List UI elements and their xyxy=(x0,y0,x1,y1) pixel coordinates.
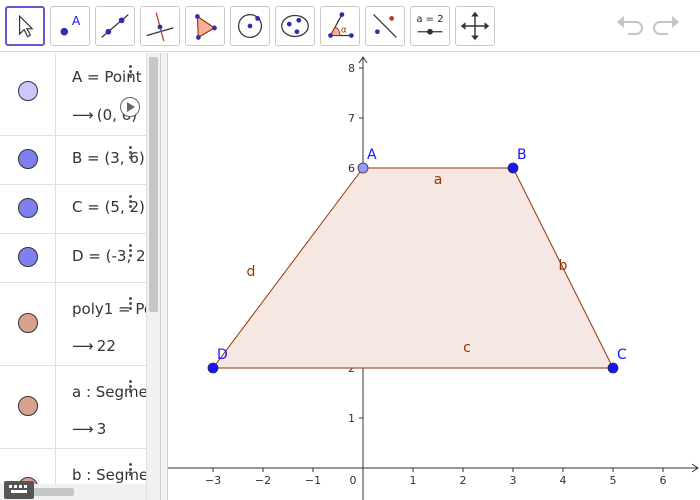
scrollbar-thumb[interactable] xyxy=(149,57,158,312)
x-tick-label: 0 xyxy=(350,474,357,487)
move-tool-icon xyxy=(19,14,34,38)
algebra-output: ⟶ 3 xyxy=(72,420,107,438)
line-tool-icon xyxy=(101,14,129,38)
keyboard-toggle-button[interactable] xyxy=(4,481,34,499)
algebra-row-c[interactable]: C = (5, 2) xyxy=(0,185,146,234)
point-label-A: A xyxy=(367,147,377,163)
svg-text:α: α xyxy=(341,26,347,36)
move-graphics-view-tool-icon xyxy=(460,11,490,41)
toolbar: A α a = 2 xyxy=(0,0,700,52)
y-tick-label: 8 xyxy=(348,62,355,75)
point-C xyxy=(607,362,619,374)
algebra-definition[interactable]: C = (5, 2) xyxy=(72,198,145,216)
visibility-marble[interactable] xyxy=(18,313,38,333)
item-menu-icon[interactable] xyxy=(127,193,133,215)
item-menu-icon[interactable] xyxy=(127,295,133,317)
play-animation-button[interactable] xyxy=(120,97,140,117)
x-tick-label: 1 xyxy=(410,474,417,487)
segment-label-a: a xyxy=(434,172,443,188)
reflect-tool-icon xyxy=(373,14,397,38)
polygon-tool[interactable] xyxy=(185,6,225,46)
algebra-row-d[interactable]: D = (-3, 2) xyxy=(0,234,146,283)
algebra-definition[interactable]: b : Segment xyxy=(72,466,146,484)
item-menu-icon[interactable] xyxy=(127,63,133,85)
algebra-vertical-scrollbar[interactable] xyxy=(146,53,160,500)
item-menu-icon[interactable] xyxy=(127,461,133,483)
visibility-marble[interactable] xyxy=(18,198,38,218)
angle-tool-icon: α xyxy=(328,12,354,38)
algebra-row-a-point[interactable]: A = Point ⟶ (0, 6) xyxy=(0,53,146,136)
x-tick-label: 4 xyxy=(560,474,567,487)
y-tick-label: 1 xyxy=(348,412,355,425)
segment-label-c: c xyxy=(463,340,471,356)
point-label-B: B xyxy=(517,147,527,163)
redo-button[interactable] xyxy=(652,12,682,40)
y-tick-label: 6 xyxy=(348,162,355,175)
point-tool[interactable]: A xyxy=(50,6,90,46)
circle-tool[interactable] xyxy=(230,6,270,46)
reflect-tool[interactable] xyxy=(365,6,405,46)
x-tick-label: 2 xyxy=(460,474,467,487)
point-tool-icon: A xyxy=(60,14,81,36)
segment-label-d: d xyxy=(247,264,256,280)
visibility-marble[interactable] xyxy=(18,149,38,169)
algebra-definition[interactable]: D = (-3, 2) xyxy=(72,247,146,265)
point-label-D: D xyxy=(217,347,228,363)
output-arrow: ⟶ xyxy=(72,337,94,355)
move-graphics-view-tool[interactable] xyxy=(455,6,495,46)
ellipse-tool-icon xyxy=(281,14,309,38)
undo-button[interactable] xyxy=(614,12,644,40)
item-menu-icon[interactable] xyxy=(127,378,133,400)
slider-tool[interactable]: a = 2 xyxy=(410,6,450,46)
item-menu-icon[interactable] xyxy=(127,144,133,166)
ellipse-tool[interactable] xyxy=(275,6,315,46)
algebra-definition[interactable]: B = (3, 6) xyxy=(72,149,145,167)
point-label-C: C xyxy=(617,347,627,363)
x-tick-label: −2 xyxy=(255,474,271,487)
perpendicular-line-tool-icon xyxy=(146,12,174,42)
item-menu-icon[interactable] xyxy=(127,242,133,264)
algebra-row-segment-a[interactable]: a : Segment ⟶ 3 xyxy=(0,366,146,449)
y-tick-label: 7 xyxy=(348,112,355,125)
x-tick-label: 6 xyxy=(660,474,667,487)
slider-tool-icon xyxy=(417,28,443,35)
graphics-view[interactable]: −3−2−1012345612345678abcdABCD xyxy=(168,53,700,500)
circle-tool-icon xyxy=(237,13,263,39)
visibility-marble[interactable] xyxy=(18,396,38,416)
algebra-definition[interactable]: a : Segment xyxy=(72,383,146,401)
algebra-row-poly1[interactable]: poly1 = Polygon ⟶ 22 xyxy=(0,283,146,366)
perpendicular-line-tool[interactable] xyxy=(140,6,180,46)
output-arrow: ⟶ xyxy=(72,106,94,124)
output-arrow: ⟶ xyxy=(72,420,94,438)
x-tick-label: −3 xyxy=(205,474,221,487)
play-icon xyxy=(127,102,135,112)
polygon-tool-icon xyxy=(195,14,217,40)
polygon-poly1 xyxy=(213,168,613,368)
view-divider[interactable] xyxy=(160,53,168,500)
point-A xyxy=(357,162,369,174)
line-tool[interactable] xyxy=(95,6,135,46)
visibility-marble[interactable] xyxy=(18,247,38,267)
x-tick-label: 5 xyxy=(610,474,617,487)
segment-label-b: b xyxy=(559,258,568,274)
x-tick-label: −1 xyxy=(305,474,321,487)
algebra-output: ⟶ 22 xyxy=(72,337,116,355)
undo-icon xyxy=(617,16,643,35)
svg-text:A: A xyxy=(72,14,81,28)
redo-icon xyxy=(653,16,679,35)
move-tool[interactable] xyxy=(5,6,45,46)
angle-tool[interactable]: α xyxy=(320,6,360,46)
algebra-view: A = Point ⟶ (0, 6) B = (3, 6) C = (5, 2)… xyxy=(0,53,160,500)
point-B xyxy=(507,162,519,174)
visibility-marble[interactable] xyxy=(18,81,38,101)
graphics-canvas[interactable]: −3−2−1012345612345678abcdABCD xyxy=(168,53,700,500)
algebra-definition[interactable]: poly1 = Polygon xyxy=(72,300,146,318)
x-tick-label: 3 xyxy=(510,474,517,487)
keyboard-icon xyxy=(9,485,27,493)
point-D xyxy=(207,362,219,374)
algebra-row-b[interactable]: B = (3, 6) xyxy=(0,136,146,185)
